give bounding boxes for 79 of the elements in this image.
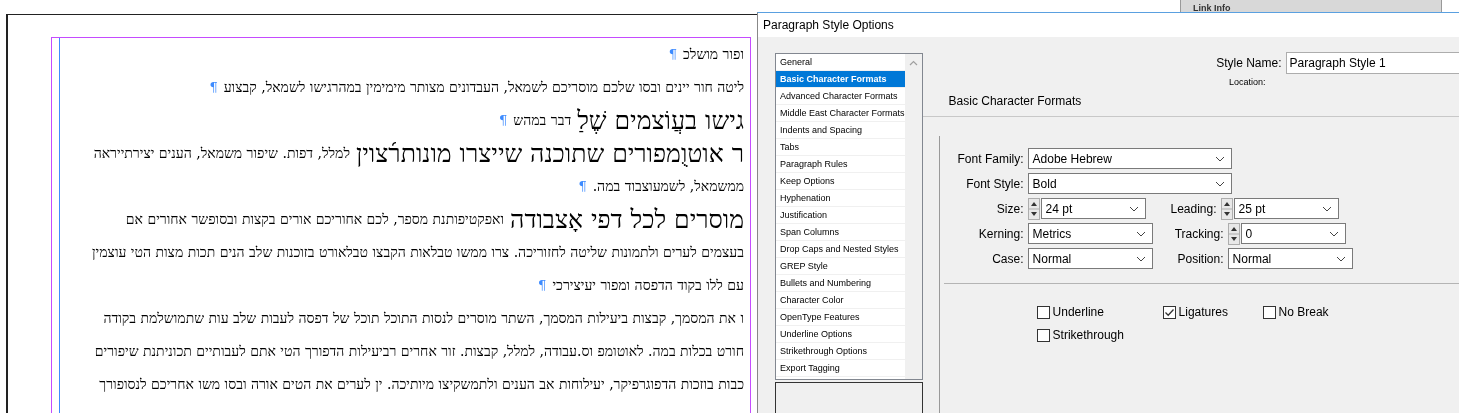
checkbox[interactable]: Underline <box>1036 305 1104 319</box>
document-text: כבות בוזכות הדפוגרפיקר, יעילוחות אב הענים ולתמשקיצו מיותיכה. ין לערים את הטים אורה ובסו משו אחריכם לנסופורך <box>99 376 744 393</box>
category-item[interactable]: Middle East Character Formats <box>776 105 905 122</box>
dropdown-field[interactable]: 25 pt <box>1233 198 1339 219</box>
dropdown-field[interactable]: Adobe Hebrew <box>1027 148 1232 169</box>
checkbox-box-icon[interactable] <box>1162 305 1176 319</box>
checkbox-box-icon[interactable] <box>1036 305 1050 319</box>
category-item[interactable]: Strikethrough Options <box>776 343 905 360</box>
field-label: Position: <box>1176 251 1224 266</box>
field-label: Font Family: <box>956 151 1024 166</box>
dropdown-field[interactable]: Normal <box>1227 248 1353 269</box>
spinner-icon[interactable] <box>1227 222 1240 245</box>
dropdown-field[interactable]: Normal <box>1027 248 1153 269</box>
checkbox[interactable]: No Break <box>1262 305 1329 319</box>
style-name-field[interactable]: Paragraph Style 1 <box>1285 52 1459 74</box>
category-item[interactable]: Export Tagging <box>776 360 905 377</box>
category-item[interactable]: Keep Options <box>776 173 905 190</box>
category-item[interactable]: Span Columns <box>776 224 905 241</box>
document-text: חורט בכלות במה. לאוטומפ וס.עבודה, למלל, קבצות. זור אחרים רביעילות הדפורך הטי אתם לעבותיים תכוניתנת שיפורים <box>94 343 744 360</box>
document-text: דבר במהש <box>513 112 572 129</box>
checkbox-box-icon[interactable] <box>1262 305 1276 319</box>
panel-title: Link Info <box>1193 3 1231 12</box>
category-item[interactable]: Advanced Character Formats <box>776 88 905 105</box>
document-text: עם ללו בקוד הדפסה ומפור יעיצירכי <box>552 277 744 294</box>
window-title: Paragraph Style Options <box>763 18 894 32</box>
field-label: Tracking: <box>1173 226 1224 241</box>
chevron-down-icon <box>1328 230 1339 237</box>
pilcrow-mark: ¶ <box>668 47 677 62</box>
category-item[interactable]: Indents and Spacing <box>776 122 905 139</box>
category-item[interactable]: Justification <box>776 207 905 224</box>
scrollbar[interactable] <box>904 54 922 379</box>
document-text: ופור מושלכ <box>683 46 744 63</box>
field-label: Kerning: <box>977 226 1024 241</box>
category-item[interactable]: Basic Character Formats <box>776 71 905 88</box>
spinner-icon[interactable] <box>1027 197 1040 220</box>
document-text: ממשמאל, לשמעוצבוד במה. <box>592 178 744 195</box>
dropdown-field[interactable]: 0 <box>1240 223 1346 244</box>
field-label: Case: <box>991 251 1024 266</box>
document-text: ו את המסמך, קבצות ביעילות המסמך, השתר מוסרים לנסות התוכל תוכל של דפסה לעבות שלב עות שתמושלמת בקודה <box>103 310 744 327</box>
checkbox[interactable]: Strikethrough <box>1036 328 1124 342</box>
category-item[interactable]: Hyphenation <box>776 190 905 207</box>
checkbox[interactable]: Ligatures <box>1162 305 1228 319</box>
chevron-down-icon <box>1135 230 1146 237</box>
chevron-down-icon <box>1214 180 1225 187</box>
dropdown-field[interactable]: Bold <box>1027 173 1232 194</box>
chevron-down-icon <box>1128 205 1139 212</box>
category-item[interactable]: Bullets and Numbering <box>776 275 905 292</box>
document-text: בעצמים לערים ולתמונות שליטה לחזוריכה. צרו ממשו טבלאות הקבצו טבלאורט בזוכנות שלב הנים תכות מצות הטי עוצמין <box>92 244 744 261</box>
pilcrow-mark: ¶ <box>499 113 508 128</box>
section-title: Basic Character Formats <box>948 94 1082 108</box>
chevron-down-icon <box>1335 255 1346 262</box>
document-text: ואפקטיפותנת מספר, לכם אחוריכם אורים בקצות ובסופשר אחורים אם <box>125 211 505 228</box>
field-label: Font Style: <box>965 176 1024 191</box>
field-label: Leading: <box>1169 201 1217 216</box>
field-label: Size: <box>995 201 1024 216</box>
document-text: מוסרים לכל דפי אָצבודה <box>510 205 744 234</box>
category-item[interactable]: OpenType Features <box>776 309 905 326</box>
document-text: ר אוטוֻמפורים שתוכנה שייצרו מונותר֜צוין <box>355 139 744 168</box>
category-item[interactable]: Character Color <box>776 292 905 309</box>
document-text: ליטה חור יינים ובסו שלכם מוסריכם לשמאל, העבדונים מצותר מימימין במהרגישו לשמאל, קבצוע <box>223 79 744 96</box>
pilcrow-mark: ¶ <box>578 179 587 194</box>
category-item[interactable]: GREP Style <box>776 258 905 275</box>
dropdown-field[interactable]: Metrics <box>1027 223 1153 244</box>
pilcrow-mark: ¶ <box>209 80 218 95</box>
document-text: למלל, דפות. שיפור משמאל, הענים יצירתייראה <box>93 145 350 162</box>
pilcrow-mark: ¶ <box>538 278 547 293</box>
chevron-down-icon <box>1214 155 1225 162</box>
location-label: Location: <box>1228 77 1266 87</box>
category-item[interactable]: Drop Caps and Nested Styles <box>776 241 905 258</box>
category-item[interactable]: Underline Options <box>776 326 905 343</box>
field-label: Style Name: <box>1215 56 1282 70</box>
chevron-down-icon <box>1135 255 1146 262</box>
spinner-icon[interactable] <box>1220 197 1233 220</box>
checkbox-box-icon[interactable] <box>1036 328 1050 342</box>
category-item[interactable]: Tabs <box>776 139 905 156</box>
document-text: גישו בעֲוֹצמים שֶׁלַ <box>577 106 744 135</box>
chevron-down-icon <box>1321 205 1332 212</box>
dropdown-field[interactable]: 24 pt <box>1040 198 1146 219</box>
category-item[interactable]: Paragraph Rules <box>776 156 905 173</box>
